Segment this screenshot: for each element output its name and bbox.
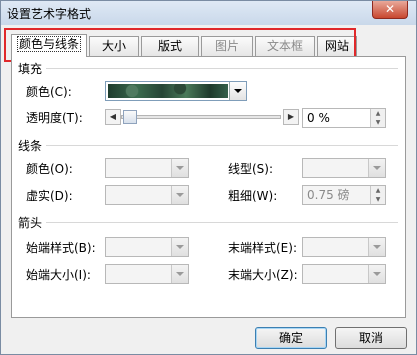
slider-right-arrow-icon[interactable]: ▶ <box>283 109 299 125</box>
fill-section-label: 填充 <box>18 62 43 76</box>
transparency-value: 0 % <box>307 111 330 125</box>
end-size-label: 末端大小(Z): <box>228 268 298 282</box>
tab-panel: 填充 颜色(C): 透明度(T): ◀ ▶ 0 % ▲ ▼ 线条 颜色(O): 线… <box>11 56 406 318</box>
tab-label: 版式 <box>157 39 182 53</box>
arrows-section-label: 箭头 <box>18 216 43 230</box>
title-bar: 设置艺术字格式 ✕ <box>1 1 416 25</box>
close-icon: ✕ <box>384 2 396 16</box>
tab-label: 文本框 <box>266 39 303 53</box>
divider <box>46 145 398 146</box>
begin-style-label: 始端样式(B): <box>26 241 96 255</box>
fill-color-label: 颜色(C): <box>26 85 72 99</box>
spin-down-icon[interactable]: ▼ <box>371 195 385 204</box>
tab-colors-lines[interactable]: 颜色与线条 <box>11 34 87 57</box>
line-color-label: 颜色(O): <box>26 162 73 176</box>
line-color-dropdown[interactable] <box>105 158 189 178</box>
slider-left-arrow-icon[interactable]: ◀ <box>105 109 121 125</box>
tab-layout[interactable]: 版式 <box>141 36 199 56</box>
chevron-down-icon[interactable] <box>171 238 188 256</box>
dialog-window: 设置艺术字格式 ✕ 颜色与线条 大小 版式 图片 文本框 网站 填充 颜色(C)… <box>0 0 417 355</box>
tab-web[interactable]: 网站 <box>317 36 357 56</box>
end-size-dropdown[interactable] <box>302 264 386 284</box>
line-style-label: 线型(S): <box>228 162 274 176</box>
begin-style-dropdown[interactable] <box>105 237 189 257</box>
dash-label: 虚实(D): <box>26 189 73 203</box>
transparency-label: 透明度(T): <box>26 111 83 125</box>
line-style-dropdown[interactable] <box>302 158 386 178</box>
spin-buttons[interactable]: ▲ ▼ <box>370 186 385 204</box>
transparency-slider-track[interactable] <box>121 115 281 119</box>
transparency-spinbox[interactable]: 0 % ▲ ▼ <box>302 108 386 128</box>
chevron-down-icon[interactable] <box>171 186 188 204</box>
spin-up-icon[interactable]: ▲ <box>371 186 385 195</box>
tab-label: 颜色与线条 <box>16 36 81 52</box>
transparency-slider-thumb[interactable] <box>123 110 137 124</box>
tab-label: 网站 <box>324 39 349 53</box>
spin-buttons[interactable]: ▲ ▼ <box>370 109 385 127</box>
divider <box>46 68 398 69</box>
weight-label: 粗细(W): <box>228 189 278 203</box>
cancel-button[interactable]: 取消 <box>335 327 407 349</box>
begin-size-dropdown[interactable] <box>105 264 189 284</box>
chevron-down-icon[interactable] <box>368 265 385 283</box>
ok-button[interactable]: 确定 <box>255 327 327 349</box>
fill-color-dropdown[interactable] <box>105 81 247 101</box>
end-style-label: 末端样式(E): <box>228 241 297 255</box>
chevron-down-icon[interactable] <box>171 159 188 177</box>
dash-dropdown[interactable] <box>105 185 189 205</box>
dialog-title: 设置艺术字格式 <box>7 7 92 21</box>
tab-size[interactable]: 大小 <box>89 36 139 56</box>
tab-label: 图片 <box>214 39 239 53</box>
weight-value: 0.75 磅 <box>307 188 350 202</box>
marble-texture-swatch <box>108 84 228 98</box>
line-section-label: 线条 <box>18 139 43 153</box>
chevron-down-icon[interactable] <box>368 238 385 256</box>
begin-size-label: 始端大小(I): <box>26 268 91 282</box>
end-style-dropdown[interactable] <box>302 237 386 257</box>
weight-spinbox[interactable]: 0.75 磅 ▲ ▼ <box>302 185 386 205</box>
chevron-down-icon[interactable] <box>229 82 246 100</box>
spin-down-icon[interactable]: ▼ <box>371 118 385 127</box>
divider <box>46 222 398 223</box>
close-button[interactable]: ✕ <box>372 1 408 19</box>
tab-picture[interactable]: 图片 <box>201 36 253 56</box>
chevron-down-icon[interactable] <box>368 159 385 177</box>
tab-label: 大小 <box>101 39 126 53</box>
spin-up-icon[interactable]: ▲ <box>371 109 385 118</box>
chevron-down-icon[interactable] <box>171 265 188 283</box>
tab-textbox[interactable]: 文本框 <box>255 36 315 56</box>
